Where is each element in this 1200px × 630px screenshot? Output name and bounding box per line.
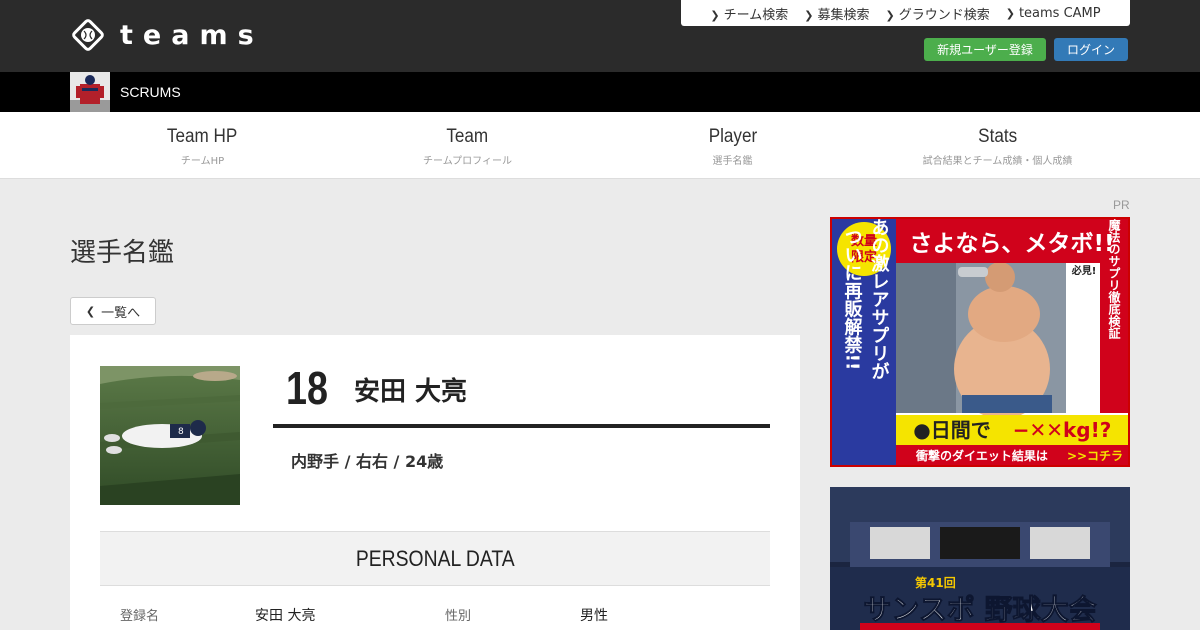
svg-text:ついに再販解禁!!: ついに再販解禁!!: [842, 228, 863, 370]
tab-sublabel: チームHP: [180, 156, 225, 167]
ad-banner-baseball[interactable]: 第41回 サンスポ 野球大会: [830, 487, 1130, 630]
chevron-left-icon: ❮: [85, 304, 96, 318]
back-to-list-button[interactable]: ❮ 一覧へ: [70, 297, 156, 325]
tab-team[interactable]: Team チームプロフィール: [335, 126, 600, 167]
ad-headline: さよなら、メタボ!!: [910, 231, 1115, 257]
player-photo-image: 8: [100, 366, 240, 505]
nav-label: teams CAMP: [1018, 5, 1101, 21]
ad-diet-image: 数量 限定 さよなら、メタボ!! あの激レアサプリが ついに再販解禁!! 魔法の…: [832, 219, 1128, 465]
tab-label: Player: [708, 126, 757, 147]
ad-result: −✕✕kg!?: [1013, 418, 1112, 442]
ad-edition: 第41回: [915, 575, 956, 590]
tab-player[interactable]: Player 選手名鑑: [600, 126, 865, 167]
tab-team-hp[interactable]: Team HP チームHP: [70, 126, 335, 167]
chevron-right-icon: ❯: [1005, 6, 1015, 20]
svg-text:必見!: 必見!: [1071, 264, 1097, 277]
pr-label: PR: [1113, 198, 1130, 212]
svg-text:魔法のサプリ徹底検証: 魔法のサプリ徹底検証: [1107, 219, 1121, 340]
nav-ground-search[interactable]: ❯ グラウンド検索: [885, 4, 989, 23]
player-name: 安田 大亮: [354, 377, 468, 407]
tab-label: Stats: [978, 126, 1017, 147]
nav-label: グラウンド検索: [898, 7, 990, 23]
team-thumbnail-image: [70, 72, 110, 112]
svg-text:あの激レアサプリが: あの激レアサプリが: [869, 219, 890, 380]
site-header: teams ❯ チーム検索 ❯ 募集検索 ❯ グラウンド検索 ❯ teams CAMP …: [0, 0, 1200, 72]
chevron-right-icon: ❯: [804, 8, 814, 22]
player-position-age: 内野手 / 右右 / 24歳: [291, 452, 444, 471]
ad-footer-link: >>コチラ: [1067, 449, 1123, 463]
tab-sublabel: チームプロフィール: [423, 156, 512, 167]
field-value-gender: 男性: [580, 608, 608, 624]
player-number: 18: [286, 362, 328, 414]
logo-text: teams: [120, 19, 264, 51]
nav-team-search[interactable]: ❯ チーム検索: [710, 4, 788, 23]
field-label-gender: 性別: [445, 609, 472, 624]
player-card: 8 18 安田 大亮 内野手 / 右右 / 24歳 PERSONAL DATA …: [70, 335, 800, 630]
teams-logo[interactable]: teams: [70, 17, 264, 53]
register-button[interactable]: 新規ユーザー登録: [924, 38, 1046, 61]
personal-data-heading: PERSONAL DATA: [100, 531, 770, 586]
login-button[interactable]: ログイン: [1054, 38, 1128, 61]
chevron-right-icon: ❯: [885, 8, 895, 22]
nav-label: 募集検索: [817, 7, 870, 23]
tab-sublabel: 選手名鑑: [712, 156, 753, 167]
page-title: 選手名鑑: [70, 238, 175, 268]
team-bar: SCRUMS: [0, 72, 1200, 112]
field-value-registered-name: 安田 大亮: [255, 608, 316, 624]
top-nav: ❯ チーム検索 ❯ 募集検索 ❯ グラウンド検索 ❯ teams CAMP: [681, 0, 1130, 26]
ad-title: サンスポ 野球大会: [863, 593, 1096, 626]
back-label: 一覧へ: [101, 305, 141, 321]
svg-text:8: 8: [178, 427, 184, 437]
tab-stats[interactable]: Stats 試合結果とチーム成績・個人成績: [865, 126, 1130, 167]
team-name[interactable]: SCRUMS: [120, 84, 181, 100]
ad-footer: 衝撃のダイエット結果は: [915, 448, 1048, 463]
divider: [273, 424, 770, 428]
nav-recruit-search[interactable]: ❯ 募集検索: [804, 4, 869, 23]
ad-banner-diet[interactable]: 数量 限定 さよなら、メタボ!! あの激レアサプリが ついに再販解禁!! 魔法の…: [830, 217, 1130, 467]
nav-label: チーム検索: [723, 7, 789, 23]
tab-label: Team: [446, 126, 489, 147]
chevron-right-icon: ❯: [710, 8, 720, 22]
logo-icon: [72, 19, 104, 51]
main-nav: Team HP チームHP Team チームプロフィール Player 選手名鑑…: [0, 112, 1200, 179]
field-label-registered-name: 登録名: [120, 609, 160, 624]
section-heading: PERSONAL DATA: [355, 545, 515, 571]
tab-sublabel: 試合結果とチーム成績・個人成績: [922, 156, 1073, 167]
nav-teams-camp[interactable]: ❯ teams CAMP: [1006, 6, 1101, 21]
player-photo: 8: [100, 366, 240, 505]
tab-label: Team HP: [167, 126, 238, 147]
team-thumbnail[interactable]: [70, 72, 110, 112]
ad-days: ●日間で: [913, 418, 990, 442]
ad-baseball-image: 第41回 サンスポ 野球大会: [830, 487, 1130, 630]
